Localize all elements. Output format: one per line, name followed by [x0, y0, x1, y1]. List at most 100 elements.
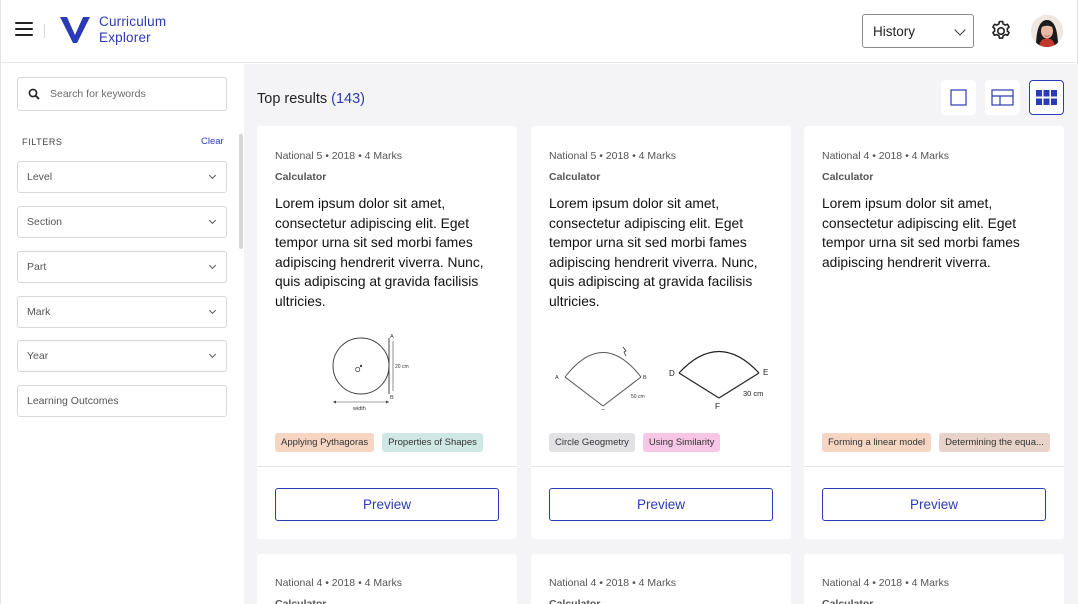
topic-tag[interactable]: Using Similarity — [642, 433, 721, 452]
hamburger-menu-icon[interactable] — [15, 22, 33, 38]
filter-mark-label: Mark — [27, 306, 51, 318]
svg-text:A: A — [555, 375, 559, 381]
card-type: Calculator — [822, 171, 874, 183]
preview-button[interactable]: Preview — [822, 488, 1046, 521]
split-view-button[interactable] — [985, 80, 1020, 115]
question-card[interactable]: National 5 • 2018 • 4 Marks Calculator L… — [257, 126, 517, 539]
card-meta: National 4 • 2018 • 4 Marks — [549, 577, 676, 589]
svg-text:A: A — [390, 334, 394, 340]
results-panel: Top results (143) National 5 • 2018 • 4 … — [244, 64, 1078, 604]
preview-button[interactable]: Preview — [275, 488, 499, 521]
grid-view-button[interactable] — [1029, 80, 1064, 115]
chevron-down-icon — [208, 171, 217, 180]
chevron-down-icon — [208, 306, 217, 315]
card-tags: Circle Geogmetry Using Similarity — [549, 433, 721, 452]
preview-button[interactable]: Preview — [549, 488, 773, 521]
topic-tag[interactable]: Properties of Shapes — [382, 433, 483, 452]
filter-section-dropdown[interactable]: Section — [17, 206, 227, 238]
clear-filters-link[interactable]: Clear — [201, 136, 224, 147]
topic-tag[interactable]: Applying Pythagoras — [275, 433, 375, 452]
brand-logo[interactable]: Curriculum Explorer — [59, 14, 166, 46]
card-type: Calculator — [275, 171, 327, 183]
question-card[interactable]: National 4 • 2018 • 4 Marks Calculator — [531, 554, 791, 604]
svg-text:50 cm: 50 cm — [631, 394, 645, 400]
filter-level-label: Level — [27, 171, 53, 183]
sector-diagram-figure: A B C 50 cm D E F 30 cm — [555, 346, 768, 410]
grid-view-icon — [1036, 90, 1057, 105]
svg-text:F: F — [715, 402, 720, 410]
header-divider — [44, 24, 45, 38]
subject-select-value: History — [873, 23, 916, 39]
filters-heading: FILTERS — [22, 137, 63, 147]
keyword-search-input[interactable] — [50, 88, 210, 100]
single-view-icon — [950, 89, 967, 106]
question-card[interactable]: National 4 • 2018 • 4 Marks Calculator L… — [804, 126, 1064, 539]
split-view-icon — [991, 89, 1014, 106]
card-divider — [257, 466, 517, 467]
filter-part-label: Part — [27, 261, 47, 273]
card-meta: National 5 • 2018 • 4 Marks — [275, 150, 402, 162]
filter-year-label: Year — [27, 350, 49, 362]
question-card[interactable]: National 4 • 2018 • 4 Marks Calculator — [257, 554, 517, 604]
card-type: Calculator — [275, 598, 327, 604]
circle-diagram-figure: O A B 20 cm width — [332, 334, 409, 412]
filter-level-dropdown[interactable]: Level — [17, 161, 227, 193]
sidebar-scrollbar[interactable] — [239, 134, 243, 249]
chevron-down-icon — [208, 216, 217, 225]
card-question-text: Lorem ipsum dolor sit amet, consectetur … — [822, 196, 1020, 270]
chevron-down-icon — [954, 24, 966, 36]
user-avatar[interactable] — [1031, 15, 1063, 47]
keyword-search-box[interactable] — [17, 77, 227, 111]
learning-outcomes-label: Learning Outcomes — [27, 395, 119, 407]
results-count: (143) — [331, 91, 366, 107]
filter-section-label: Section — [27, 216, 63, 228]
svg-text:B: B — [643, 375, 647, 381]
filter-mark-dropdown[interactable]: Mark — [17, 296, 227, 328]
card-divider — [804, 466, 1064, 467]
card-divider — [531, 466, 791, 467]
svg-text:D: D — [669, 369, 675, 378]
topic-tag[interactable]: Forming a linear model — [822, 433, 932, 452]
brand-line-2: Explorer — [99, 30, 151, 45]
subject-select[interactable]: History — [862, 14, 974, 48]
app-window: Curriculum Explorer History Search for k… — [0, 0, 1078, 604]
topic-tag[interactable]: Determining the equa... — [939, 433, 1050, 452]
topic-tag[interactable]: Circle Geogmetry — [549, 433, 635, 452]
card-question-text: Lorem ipsum dolor sit amet, consectetur … — [275, 196, 484, 309]
filter-part-dropdown[interactable]: Part — [17, 251, 227, 283]
card-type: Calculator — [549, 171, 601, 183]
svg-text:C: C — [601, 409, 605, 410]
results-label: Top results — [257, 91, 328, 107]
card-meta: National 4 • 2018 • 4 Marks — [275, 577, 402, 589]
brand-name: Curriculum Explorer — [99, 14, 166, 46]
chevron-down-icon — [208, 350, 217, 359]
top-header: Curriculum Explorer History — [1, 0, 1077, 63]
results-heading: Top results (143) — [257, 91, 365, 107]
question-card[interactable]: National 4 • 2018 • 4 Marks Calculator — [804, 554, 1064, 604]
filter-year-dropdown[interactable]: Year — [17, 340, 227, 372]
card-type: Calculator — [549, 598, 601, 604]
question-card[interactable]: National 5 • 2018 • 4 Marks Calculator L… — [531, 126, 791, 539]
card-question-text: Lorem ipsum dolor sit amet, consectetur … — [549, 196, 758, 309]
svg-text:B: B — [390, 395, 394, 401]
svg-text:O: O — [355, 367, 361, 374]
learning-outcomes-field[interactable]: Learning Outcomes — [17, 385, 227, 417]
svg-text:30 cm: 30 cm — [743, 389, 763, 398]
card-tags: Applying Pythagoras Properties of Shapes — [275, 433, 483, 452]
brand-line-1: Curriculum — [99, 14, 167, 29]
user-avatar-image — [1031, 15, 1063, 47]
settings-gear-icon[interactable] — [989, 19, 1013, 43]
card-tags: Forming a linear model Determining the e… — [822, 433, 1050, 452]
search-icon — [28, 88, 40, 100]
svg-text:width: width — [352, 406, 366, 412]
filter-sidebar: FILTERS Clear Level Section Part Mark Ye… — [1, 64, 244, 604]
single-view-button[interactable] — [941, 80, 976, 115]
card-meta: National 4 • 2018 • 4 Marks — [822, 150, 949, 162]
svg-text:E: E — [763, 368, 768, 377]
card-meta: National 4 • 2018 • 4 Marks — [822, 577, 949, 589]
svg-text:20 cm: 20 cm — [395, 364, 409, 370]
v-logo-icon — [60, 16, 90, 43]
card-type: Calculator — [822, 598, 874, 604]
chevron-down-icon — [208, 261, 217, 270]
card-meta: National 5 • 2018 • 4 Marks — [549, 150, 676, 162]
